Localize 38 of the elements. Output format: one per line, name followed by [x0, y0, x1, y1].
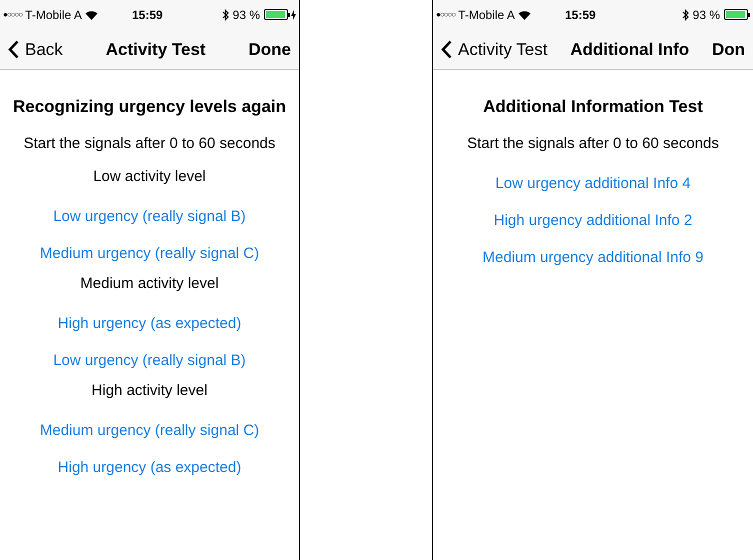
status-time: 15:59: [565, 6, 596, 24]
info-label: Start the signals after 0 to 60 seconds: [24, 134, 276, 154]
back-chevron-icon: [441, 40, 452, 59]
bluetooth-icon: [682, 8, 689, 21]
battery-icon: [724, 9, 750, 20]
back-button[interactable]: Back: [0, 36, 63, 62]
battery-icon: [264, 9, 290, 20]
back-chevron-icon: [8, 40, 19, 59]
wifi-icon: [84, 10, 98, 20]
wifi-icon: [518, 10, 531, 20]
link-button[interactable]: Medium urgency (really signal C): [40, 235, 260, 272]
screen-title: Activity Test: [104, 38, 207, 61]
info-label: Start the signals after 0 to 60 seconds: [467, 134, 719, 154]
section-heading: Recognizing urgency levels again: [12, 96, 286, 118]
carrier-name: T-Mobile A: [458, 6, 515, 24]
battery-percentage: 93 %: [692, 6, 720, 24]
link-button[interactable]: Medium urgency additional Info 9: [482, 239, 704, 276]
carrier-name: T-Mobile A: [25, 6, 82, 24]
signal-strength: ●○○○○: [3, 8, 22, 21]
screen-title: Additional Info: [569, 38, 690, 61]
link-button[interactable]: High urgency additional Info 2: [494, 202, 692, 239]
bluetooth-icon: [222, 8, 229, 21]
info-label: High activity level: [92, 381, 208, 401]
link-button[interactable]: Medium urgency (really signal C): [40, 412, 260, 449]
signal-strength: ●○○○○: [436, 8, 456, 21]
back-button[interactable]: Activity Test: [433, 36, 548, 62]
link-button[interactable]: Low urgency additional Info 4: [495, 165, 691, 202]
info-label: Medium activity level: [80, 274, 219, 294]
info-label: Low activity level: [93, 167, 206, 187]
status-time: 15:59: [132, 6, 163, 24]
link-button[interactable]: High urgency (as expected): [58, 305, 242, 342]
section-heading: Additional Information Test: [483, 96, 703, 118]
done-button[interactable]: Done: [248, 36, 291, 62]
done-button[interactable]: Don: [712, 36, 745, 62]
link-button[interactable]: High urgency (as expected): [58, 449, 242, 486]
link-button[interactable]: Low urgency (really signal B): [53, 342, 246, 379]
battery-percentage: 93 %: [232, 6, 260, 24]
link-button[interactable]: Low urgency (really signal B): [53, 198, 246, 235]
